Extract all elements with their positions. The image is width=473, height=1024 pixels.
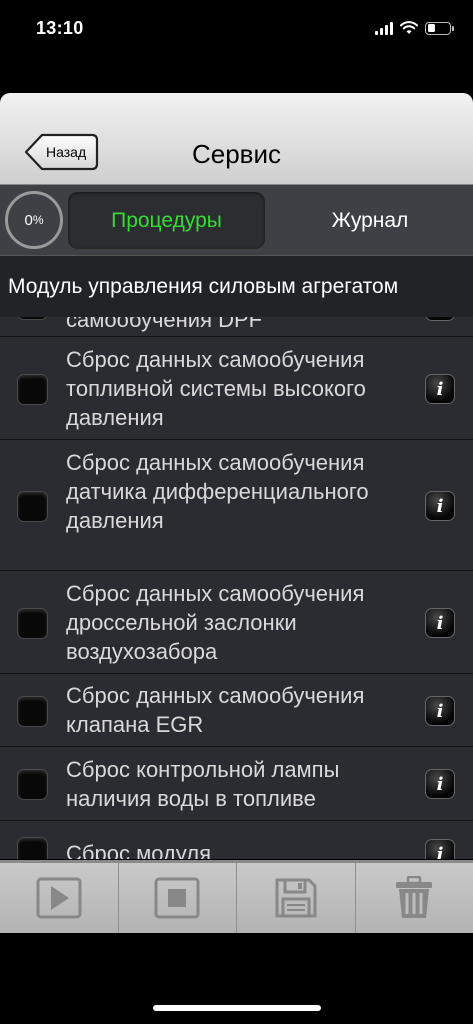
progress-indicator: 0%	[5, 191, 63, 249]
procedure-label: самообучения DPF	[66, 317, 263, 332]
procedure-checkbox[interactable]	[17, 491, 48, 522]
procedure-label: Сброс контрольной лампы наличия воды в т…	[66, 757, 340, 811]
progress-value: 0	[24, 211, 33, 229]
status-bar: 13:10	[0, 0, 473, 60]
info-icon[interactable]: i	[425, 374, 455, 404]
procedure-checkbox[interactable]	[17, 696, 48, 727]
procedure-checkbox[interactable]	[17, 769, 48, 800]
battery-icon	[425, 21, 454, 35]
delete-button[interactable]	[356, 863, 473, 933]
trash-icon	[396, 876, 433, 918]
procedure-checkbox[interactable]	[17, 317, 48, 320]
list-item[interactable]: Сброс данных самообучения клапана EGR i	[0, 674, 473, 747]
module-title: Модуль управления силовым агрегатом	[8, 274, 399, 298]
procedure-checkbox[interactable]	[17, 837, 48, 859]
procedure-checkbox[interactable]	[17, 608, 48, 639]
status-time: 13:10	[36, 18, 84, 38]
wifi-icon	[400, 21, 418, 34]
info-icon[interactable]: i	[425, 696, 455, 726]
list-item[interactable]: Сброс данных самообучения датчика диффер…	[0, 440, 473, 571]
procedure-list[interactable]: самообучения DPF i Сброс данных самообуч…	[0, 317, 473, 859]
home-indicator[interactable]	[153, 1005, 321, 1011]
navigation-bar: Назад Сервис	[0, 93, 473, 185]
procedure-checkbox[interactable]	[17, 374, 48, 405]
tab-log[interactable]: Журнал	[270, 192, 470, 249]
bottom-toolbar	[0, 860, 473, 933]
procedure-label: Сброс данных самообучения клапана EGR	[66, 683, 365, 737]
procedure-label: Сброс модуля	[66, 841, 212, 859]
save-button[interactable]	[237, 863, 356, 933]
procedure-label: Сброс данных самообучения дроссельной за…	[66, 581, 365, 664]
tab-procedures[interactable]: Процедуры	[68, 192, 265, 249]
info-icon[interactable]: i	[425, 491, 455, 521]
procedure-label: Сброс данных самообучения топливной сист…	[66, 347, 366, 430]
info-icon[interactable]: i	[425, 317, 455, 321]
stop-button[interactable]	[119, 863, 237, 933]
segment-bar: 0% Процедуры Журнал	[0, 185, 473, 255]
stop-icon	[154, 877, 200, 919]
play-icon	[36, 877, 82, 919]
cellular-signal-icon	[375, 21, 393, 35]
info-icon[interactable]: i	[425, 608, 455, 638]
progress-unit: %	[32, 213, 44, 227]
procedure-label: Сброс данных самообучения датчика диффер…	[66, 450, 369, 533]
list-item[interactable]: Сброс данных самообучения топливной сист…	[0, 337, 473, 440]
module-header: Модуль управления силовым агрегатом	[0, 255, 473, 317]
page-title: Сервис	[191, 139, 282, 169]
info-icon[interactable]: i	[425, 769, 455, 799]
save-icon	[275, 878, 317, 918]
list-item[interactable]: Сброс контрольной лампы наличия воды в т…	[0, 747, 473, 821]
list-item[interactable]: Сброс данных самообучения дроссельной за…	[0, 571, 473, 674]
status-icons	[375, 20, 454, 36]
list-item[interactable]: самообучения DPF i	[0, 317, 473, 337]
list-item[interactable]: Сброс модуля i	[0, 821, 473, 859]
play-button[interactable]	[0, 863, 119, 933]
info-icon[interactable]: i	[425, 839, 455, 859]
